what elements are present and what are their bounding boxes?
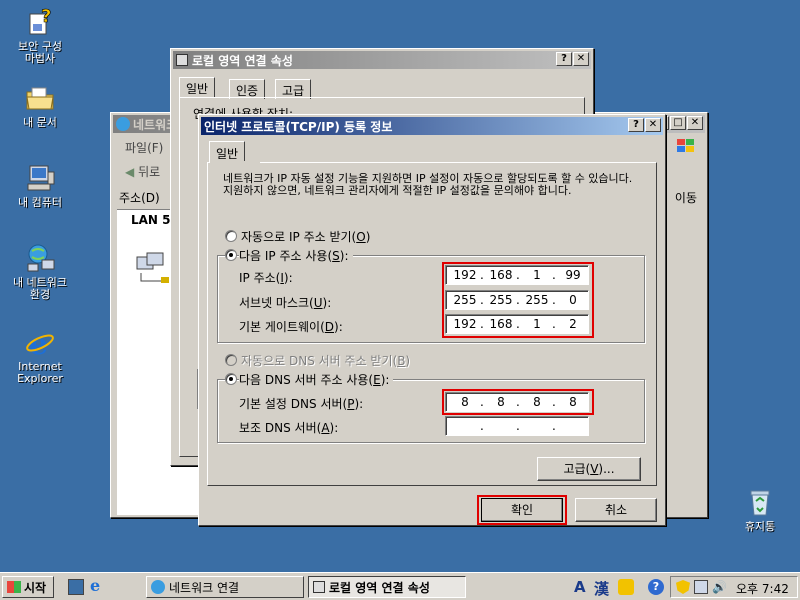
desktop-icon-recycle-bin[interactable]: 휴지통: [722, 486, 798, 533]
desktop-icon-my-documents[interactable]: 내 문서: [2, 82, 78, 129]
manual-ip-label[interactable]: 다음 IP 주소 사용(S):: [239, 247, 353, 264]
desktop-icon-label: 내 컴퓨터: [18, 196, 62, 209]
windows-logo-icon: [675, 137, 697, 155]
taskbar: 시작 e 네트워크 연결 로컬 영역 연결 속성 A 漢 ? 🔊 오후 7:42: [0, 572, 800, 600]
back-arrow-icon: ◀: [125, 165, 135, 179]
advanced-button[interactable]: 고급(V)...: [537, 457, 641, 481]
alternate-dns-label: 보조 DNS 서버(A):: [239, 421, 339, 435]
auto-ip-label[interactable]: 자동으로 IP 주소 받기(O): [241, 228, 370, 245]
tab-advanced[interactable]: 고급: [275, 79, 312, 99]
quicklaunch-ie-icon[interactable]: e: [90, 578, 108, 596]
svg-text:?: ?: [41, 6, 51, 27]
help-button[interactable]: ?: [628, 118, 644, 132]
ok-button-highlight: [477, 495, 567, 525]
address-label: 주소(D): [119, 191, 160, 205]
manual-ip-radio[interactable]: [225, 249, 237, 261]
desktop-icon-internet-explorer[interactable]: e Internet Explorer: [2, 326, 78, 385]
lan-connection-icon: [176, 54, 188, 66]
help-icon[interactable]: ?: [648, 579, 664, 595]
desktop-icon-label: 내 네트워크 환경: [12, 276, 68, 301]
desktop-icon-network[interactable]: 내 네트워크 환경: [2, 242, 78, 301]
close-button[interactable]: ✕: [645, 118, 661, 132]
security-wizard-icon: ?: [24, 6, 56, 38]
auto-dns-label[interactable]: 자동으로 DNS 서버 주소 받기(B): [241, 352, 410, 369]
dns-settings-highlight: [442, 389, 594, 415]
task-lan-properties[interactable]: 로컬 영역 연결 속성: [308, 576, 466, 598]
start-label: 시작: [24, 580, 47, 595]
desktop-icon-label: 내 문서: [23, 116, 57, 129]
ip-address-label: IP 주소(I):: [239, 271, 293, 285]
tcpip-title: 인터넷 프로토콜(TCP/IP) 등록 정보: [204, 119, 393, 134]
auto-dns-radio[interactable]: [225, 354, 237, 366]
computer-icon: [24, 162, 56, 194]
desktop-icon-label: Internet Explorer: [17, 360, 63, 385]
desktop-icon-security-wizard[interactable]: ? 보안 구성 마법사: [2, 6, 78, 65]
auto-ip-radio[interactable]: [225, 230, 237, 242]
lan-props-title: 로컬 영역 연결 속성: [192, 53, 293, 68]
description-text: 네트워크가 IP 자동 설정 기능을 지원하면 IP 설정이 자동으로 할당되도…: [223, 172, 633, 197]
tab-general[interactable]: 일반: [179, 77, 216, 97]
folder-icon: [24, 82, 56, 114]
lan-props-titlebar[interactable]: 로컬 영역 연결 속성: [173, 51, 591, 69]
network-icon: [24, 242, 56, 274]
start-button[interactable]: 시작: [2, 576, 54, 598]
task-label: 네트워크 연결: [169, 580, 240, 595]
manual-dns-radio[interactable]: [225, 373, 237, 385]
tab-join: [210, 161, 260, 163]
network-globe-icon: [116, 117, 130, 131]
tcpip-titlebar[interactable]: 인터넷 프로토콜(TCP/IP) 등록 정보: [201, 117, 663, 135]
ime-hanja-indicator[interactable]: 漢: [594, 578, 609, 599]
alternate-dns-input[interactable]: . . .: [445, 416, 589, 436]
quicklaunch-desktop-icon[interactable]: [68, 579, 84, 595]
lan-connection-icon: [313, 581, 325, 593]
preferred-dns-label: 기본 설정 DNS 서버(P):: [239, 397, 364, 411]
go-button[interactable]: 이동: [675, 189, 697, 206]
network-tray-icon[interactable]: [694, 580, 708, 594]
ime-language-indicator[interactable]: A: [574, 578, 586, 596]
windows-flag-icon: [7, 581, 21, 593]
default-gateway-label: 기본 게이트웨이(D):: [239, 320, 343, 334]
tab-general[interactable]: 일반: [209, 141, 246, 163]
desktop-icon-label: 휴지통: [744, 520, 776, 533]
network-globe-icon: [151, 580, 165, 594]
lan-item-label[interactable]: LAN 5: [131, 213, 171, 227]
help-button[interactable]: ?: [556, 52, 572, 66]
task-network-connections[interactable]: 네트워크 연결: [146, 576, 304, 598]
desktop-icon-label: 보안 구성 마법사: [18, 40, 62, 65]
close-button[interactable]: ✕: [687, 116, 703, 130]
clock[interactable]: 오후 7:42: [736, 580, 789, 597]
lan-adapter-icon: [133, 249, 173, 289]
menu-file[interactable]: 파일(F): [125, 139, 163, 156]
manual-dns-label[interactable]: 다음 DNS 서버 주소 사용(E):: [239, 371, 394, 388]
task-label: 로컬 영역 연결 속성: [329, 580, 430, 595]
subnet-mask-label: 서브넷 마스크(U):: [239, 296, 332, 310]
tab-authentication[interactable]: 인증: [229, 79, 266, 99]
back-button[interactable]: ◀ 뒤로: [125, 163, 160, 180]
volume-icon[interactable]: 🔊: [712, 580, 727, 594]
ime-tools-icon[interactable]: [618, 579, 634, 595]
maximize-button[interactable]: □: [670, 116, 686, 130]
cancel-button[interactable]: 취소: [575, 498, 657, 522]
ie-icon: e: [24, 326, 56, 362]
close-button[interactable]: ✕: [573, 52, 589, 66]
recycle-bin-icon: [744, 486, 776, 518]
ip-settings-highlight: [442, 262, 594, 338]
tcpip-properties-dialog[interactable]: 인터넷 프로토콜(TCP/IP) 등록 정보 ? ✕ 일반 네트워크가 IP 자…: [198, 114, 666, 526]
desktop-icon-my-computer[interactable]: 내 컴퓨터: [2, 162, 78, 209]
back-label: 뒤로: [138, 165, 161, 179]
